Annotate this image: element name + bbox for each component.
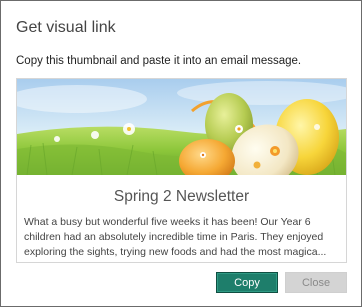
dialog-title: Get visual link — [16, 19, 116, 36]
close-button[interactable]: Close — [285, 272, 347, 293]
newsletter-description: What a busy but wonderful five weeks it … — [24, 216, 327, 258]
newsletter-thumbnail-card[interactable]: Spring 2 Newsletter What a busy but wond… — [16, 78, 347, 263]
newsletter-title: Spring 2 Newsletter — [113, 188, 250, 205]
dialog-instruction: Copy this thumbnail and paste it into an… — [16, 55, 302, 67]
copy-button[interactable]: Copy — [216, 272, 278, 293]
thumbnail-image — [17, 79, 346, 175]
visual-link-dialog: Get visual link Copy this thumbnail and … — [0, 0, 362, 307]
